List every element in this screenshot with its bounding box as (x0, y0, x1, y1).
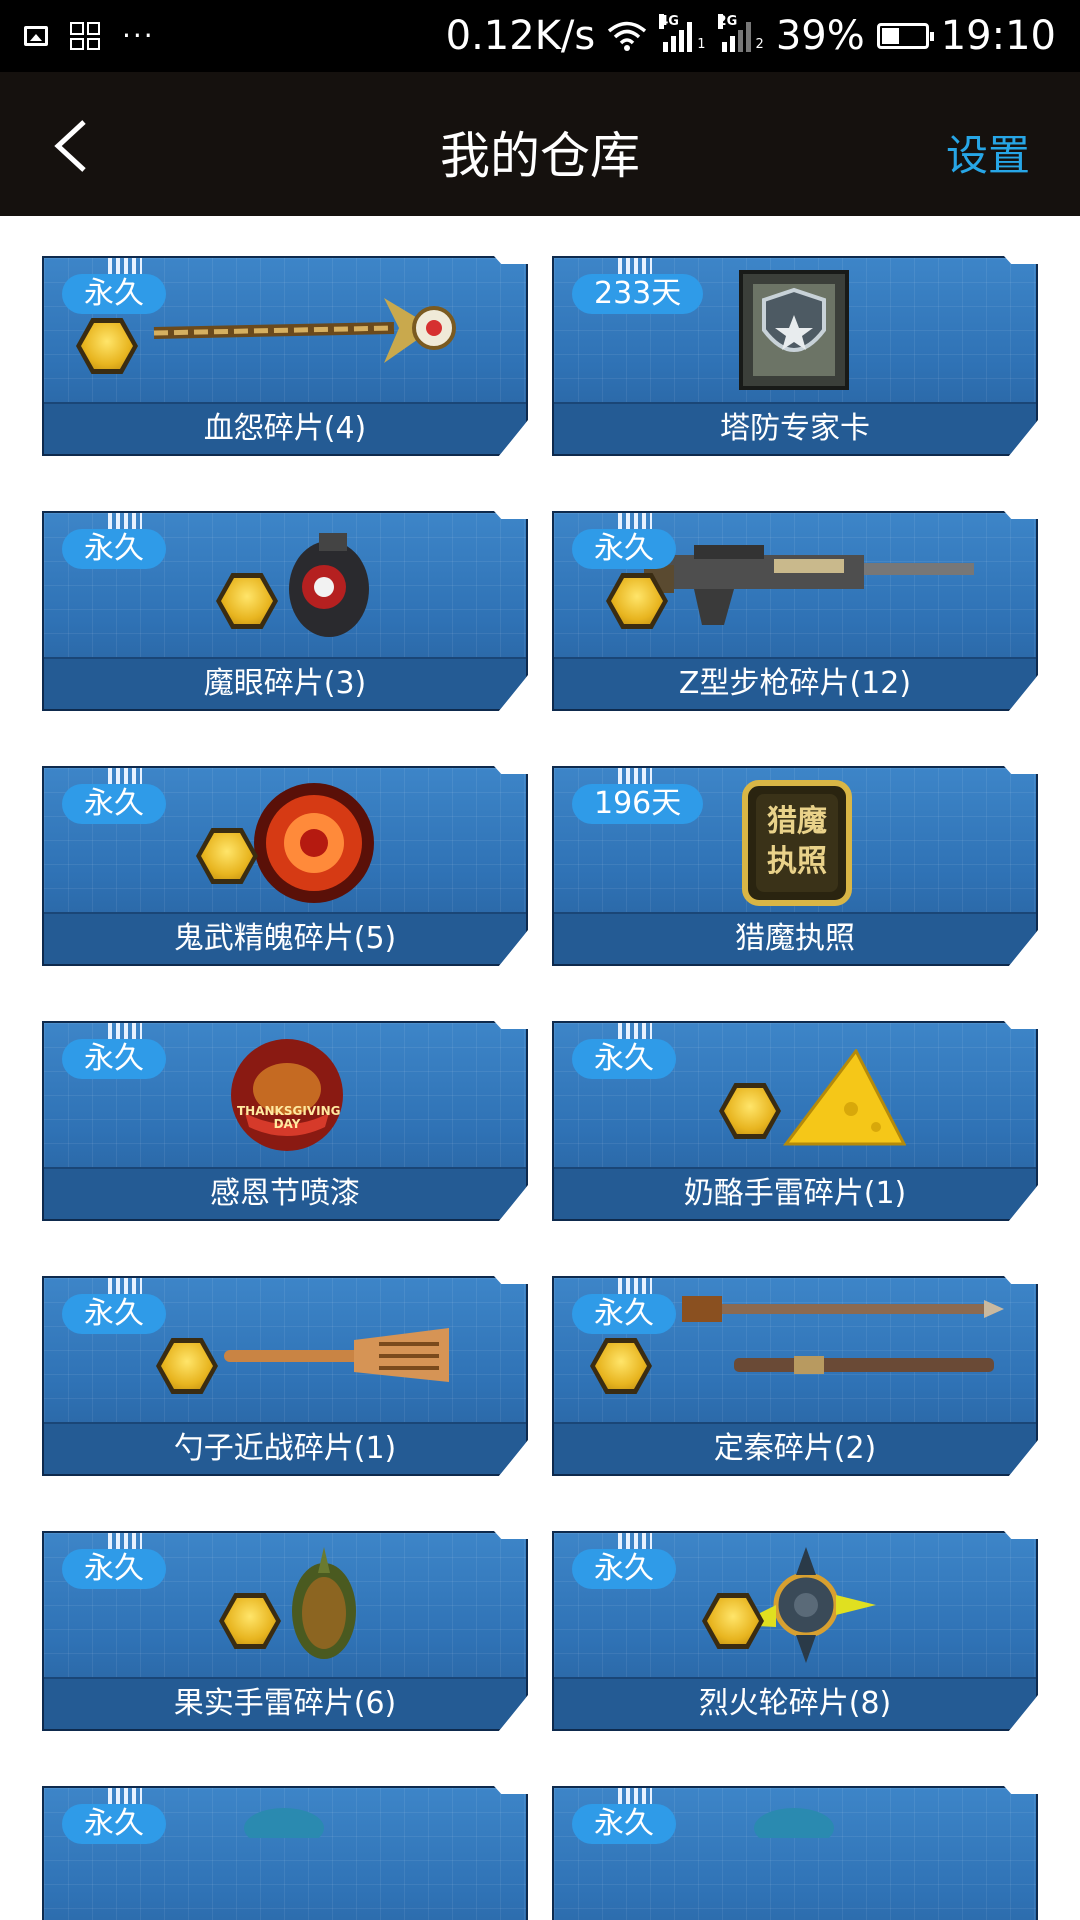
item-card[interactable]: 猎魔执照 196天猎魔执照 (552, 766, 1038, 966)
staff-icon (134, 288, 474, 382)
network-speed: 0.12K/s (445, 13, 596, 59)
card-tab-marker (108, 1788, 142, 1804)
duration-badge: 永久 (62, 1039, 166, 1079)
item-name: 血怨碎片(4) (44, 402, 526, 454)
duration-badge: 永久 (572, 1549, 676, 1589)
battery-percent: 39% (775, 13, 865, 59)
card-tab-marker (618, 1533, 652, 1549)
card-tab-marker (108, 1533, 142, 1549)
item-card[interactable]: 永久鬼武精魄碎片(5) (42, 766, 528, 966)
grenade-icon (269, 527, 379, 651)
sim2-signal-icon: 2G 2 (717, 14, 764, 52)
orb-icon (249, 778, 379, 912)
card-tab-marker (618, 1023, 652, 1039)
more-notifications-icon: ··· (122, 19, 155, 52)
duration-badge: 永久 (62, 784, 166, 824)
settings-button[interactable]: 设置 (946, 122, 1030, 183)
item-name: 果实手雷碎片(6) (44, 1677, 526, 1729)
spray-text: THANKSGIVING DAY (237, 1104, 341, 1131)
card-tab-marker (618, 768, 652, 784)
item-name: 定秦碎片(2) (554, 1422, 1036, 1474)
cheese-icon (776, 1048, 907, 1163)
duration-badge: 233天 (572, 274, 704, 314)
app-notification-icon (70, 22, 100, 50)
item-card[interactable]: 永久 (42, 1786, 528, 1920)
item-name: 奶酪手雷碎片(1) (554, 1167, 1036, 1219)
item-name: 塔防专家卡 (554, 402, 1036, 454)
item-name: 猎魔执照 (554, 912, 1036, 964)
sword-icon (674, 1286, 1004, 1400)
duration-badge: 永久 (62, 1549, 166, 1589)
duration-badge: 永久 (572, 1804, 676, 1844)
card-tab-marker (108, 1023, 142, 1039)
item-card[interactable]: 永久 Z型步枪碎片(12) (552, 511, 1038, 711)
clock: 19:10 (940, 13, 1056, 59)
item-name: 烈火轮碎片(8) (554, 1677, 1036, 1729)
item-card[interactable]: 永久奶酪手雷碎片(1) (552, 1021, 1038, 1221)
item-card[interactable]: 永久血怨碎片(4) (42, 256, 528, 456)
turkey-spray-icon (227, 1035, 347, 1159)
item-card[interactable]: 永久果实手雷碎片(6) (42, 1531, 528, 1731)
warehouse-grid: 自选道具重置卡(3)标靶永久血怨碎片(4)233天塔防专家卡永久魔眼碎片(3)永… (0, 216, 1080, 1920)
fragment-puzzle-icon (76, 318, 138, 374)
duration-badge: 永久 (62, 1804, 166, 1844)
spatula-icon (214, 1320, 454, 1394)
duration-badge: 196天 (572, 784, 704, 824)
item-card[interactable]: 永久勺子近战碎片(1) (42, 1276, 528, 1476)
duration-badge: 永久 (572, 1039, 676, 1079)
wifi-icon (608, 21, 647, 51)
battery-icon (876, 23, 934, 49)
item-card[interactable]: 永久烈火轮碎片(8) (552, 1531, 1038, 1731)
card-tab-marker (108, 258, 142, 274)
card-tab-marker (618, 1278, 652, 1294)
item-card[interactable]: THANKSGIVING DAY 永久感恩节喷漆 (42, 1021, 528, 1221)
item-name: 勺子近战碎片(1) (44, 1422, 526, 1474)
item-card[interactable]: 永久定秦碎片(2) (552, 1276, 1038, 1476)
nav-bar: 我的仓库 设置 (0, 72, 1080, 216)
duration-badge: 永久 (62, 274, 166, 314)
rifle-icon (624, 525, 984, 639)
item-card[interactable]: 233天塔防专家卡 (552, 256, 1038, 456)
sim1-signal-icon: 4G 1 (659, 14, 706, 52)
license-text: 猎魔执照 (767, 804, 827, 879)
fragment-puzzle-icon (219, 1593, 281, 1649)
item-name: Z型步枪碎片(12) (554, 657, 1036, 709)
item-name: 鬼武精魄碎片(5) (44, 912, 526, 964)
item-name: 魔眼碎片(3) (44, 657, 526, 709)
card-tab-marker (108, 1278, 142, 1294)
fragment-puzzle-icon (590, 1338, 652, 1394)
tower-defense-card-icon (739, 270, 849, 394)
fragment-puzzle-icon (719, 1083, 781, 1139)
card-tab-marker (108, 768, 142, 784)
item-card[interactable]: 永久魔眼碎片(3) (42, 511, 528, 711)
partial-item-icon (224, 1798, 344, 1848)
page-title: 我的仓库 (440, 127, 640, 185)
fragment-puzzle-icon (156, 1338, 218, 1394)
duration-badge: 永久 (572, 529, 676, 569)
item-name: 感恩节喷漆 (44, 1167, 526, 1219)
duration-badge: 永久 (572, 1294, 676, 1334)
fruit-grenade-icon (284, 1543, 364, 1667)
card-tab-marker (618, 258, 652, 274)
card-tab-marker (618, 1788, 652, 1804)
card-tab-marker (108, 513, 142, 529)
duration-badge: 永久 (62, 529, 166, 569)
duration-badge: 永久 (62, 1294, 166, 1334)
status-bar: ··· 0.12K/s 4G 1 2G 2 39% 19:10 (0, 0, 1080, 72)
partial-item-icon (734, 1798, 854, 1848)
item-card[interactable]: 永久 (552, 1786, 1038, 1920)
image-notification-icon (24, 26, 48, 46)
